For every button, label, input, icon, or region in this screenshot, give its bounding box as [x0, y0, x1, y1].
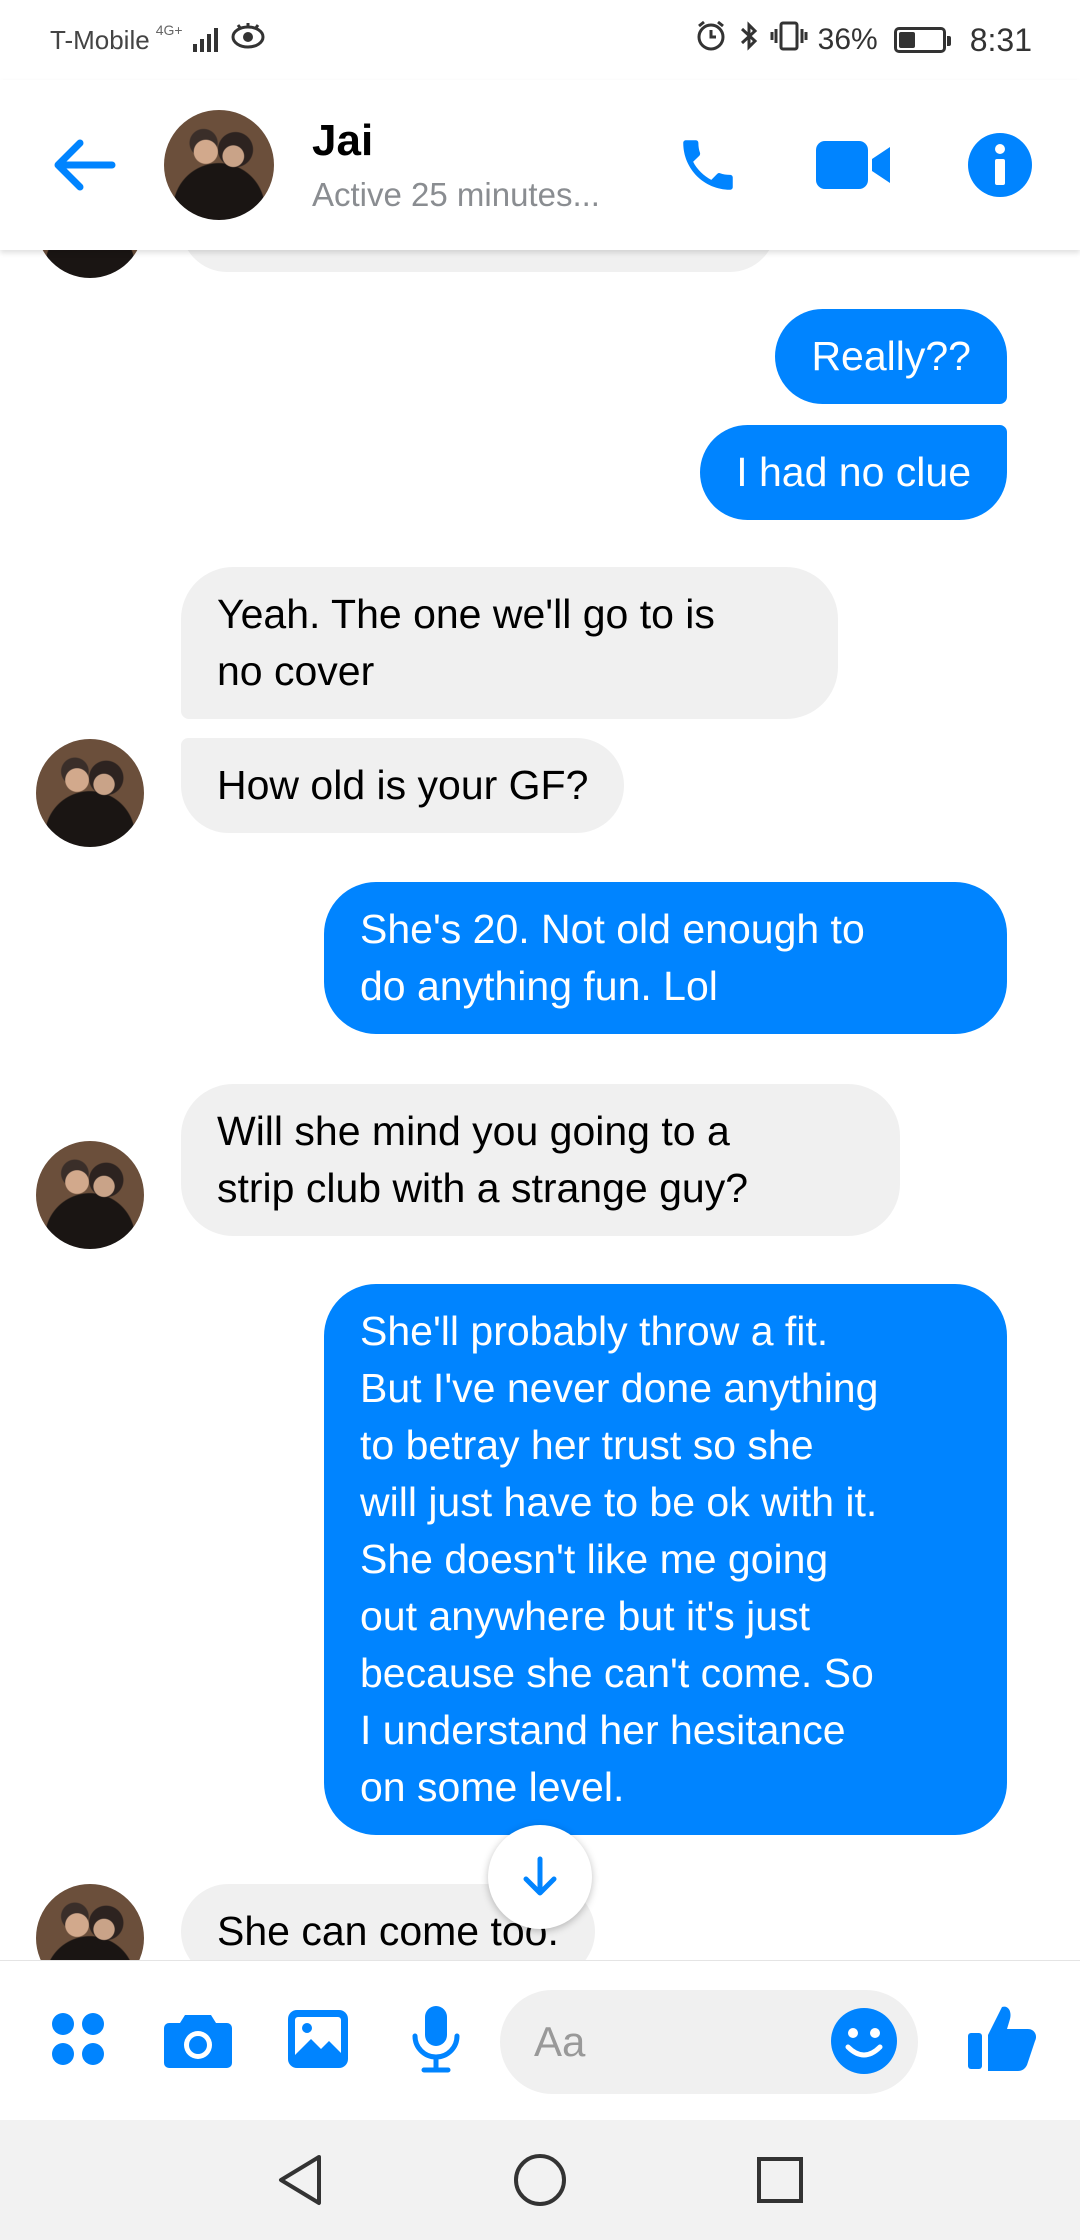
back-button[interactable]: [38, 120, 128, 210]
message-bubble-incoming[interactable]: Will she mind you going to a strip club …: [181, 1084, 900, 1236]
status-bar: T-Mobile 4G+ 36% 8:31: [0, 0, 1080, 80]
camera-icon: [164, 2015, 232, 2068]
message-bubble-incoming[interactable]: How old is your GF?: [181, 738, 625, 833]
nav-recents-icon: [757, 2157, 803, 2203]
emoji-icon: [831, 2008, 897, 2074]
microphone-icon: [412, 2006, 460, 2073]
scroll-down-arrow-icon: [523, 1856, 557, 1896]
emoji-button[interactable]: [828, 2005, 900, 2077]
gallery-button[interactable]: [280, 2001, 356, 2077]
nav-home-button[interactable]: [510, 2150, 570, 2210]
header-actions: [670, 127, 1038, 203]
voice-message-button[interactable]: [398, 2001, 474, 2077]
camera-button[interactable]: [160, 2001, 236, 2077]
like-button[interactable]: [962, 1997, 1042, 2077]
conversation-header: Jai Active 25 minutes...: [0, 80, 1080, 250]
carrier-label: T-Mobile: [50, 24, 150, 55]
message-bubble-outgoing[interactable]: She'll probably throw a fit. But I've ne…: [324, 1284, 1007, 1835]
more-actions-button[interactable]: [40, 2001, 116, 2077]
battery-fill: [898, 32, 916, 48]
battery-icon: [893, 27, 951, 53]
nav-back-icon: [279, 2155, 321, 2205]
eye-comfort-icon: [228, 21, 268, 59]
signal-strength-icon: [192, 28, 218, 52]
nav-back-button[interactable]: [270, 2150, 330, 2210]
composer-bar: [0, 1960, 1080, 2120]
contact-avatar-small[interactable]: [36, 739, 144, 847]
scroll-to-bottom-button[interactable]: [488, 1825, 592, 1929]
video-call-button[interactable]: [816, 127, 892, 203]
message-bubble-outgoing[interactable]: She's 20. Not old enough to do anything …: [324, 882, 1007, 1034]
battery-percent: 36%: [817, 23, 878, 56]
previous-message-bubble: [181, 250, 776, 272]
contact-avatar-small[interactable]: [36, 1141, 144, 1249]
thumbs-up-icon: [968, 2006, 1037, 2071]
network-type: 4G+: [155, 22, 183, 38]
message-bubble-incoming[interactable]: Yeah. The one we'll go to is no cover: [181, 567, 838, 719]
clock-time: 8:31: [969, 21, 1032, 58]
video-camera-icon: [816, 141, 890, 189]
nav-home-icon: [514, 2154, 566, 2206]
contact-avatar[interactable]: [164, 110, 274, 220]
contact-name: Jai: [312, 115, 374, 165]
message-list[interactable]: Really?? I had no clue Yeah. The one we'…: [0, 250, 1080, 1960]
contact-avatar-small[interactable]: [36, 1884, 144, 1960]
back-arrow-icon: [54, 139, 116, 191]
contact-avatar-small: [36, 250, 144, 278]
alarm-icon: [694, 19, 728, 61]
nav-recents-button[interactable]: [750, 2150, 810, 2210]
contact-info[interactable]: Jai Active 25 minutes...: [312, 116, 670, 215]
bluetooth-icon: [738, 19, 760, 61]
contact-active-status: Active 25 minutes...: [312, 176, 600, 214]
phone-icon: [683, 140, 733, 190]
gallery-icon: [288, 2010, 348, 2068]
message-bubble-outgoing[interactable]: I had no clue: [700, 425, 1007, 520]
message-bubble-outgoing[interactable]: Really??: [775, 309, 1007, 404]
voice-call-button[interactable]: [670, 127, 746, 203]
conversation-info-button[interactable]: [962, 127, 1038, 203]
apps-grid-icon: [52, 2013, 104, 2065]
status-left: T-Mobile 4G+: [50, 21, 268, 59]
status-right: 36% 8:31: [694, 19, 1032, 61]
info-icon: [968, 133, 1032, 197]
vibrate-icon: [770, 19, 808, 61]
system-nav-bar: [0, 2120, 1080, 2240]
